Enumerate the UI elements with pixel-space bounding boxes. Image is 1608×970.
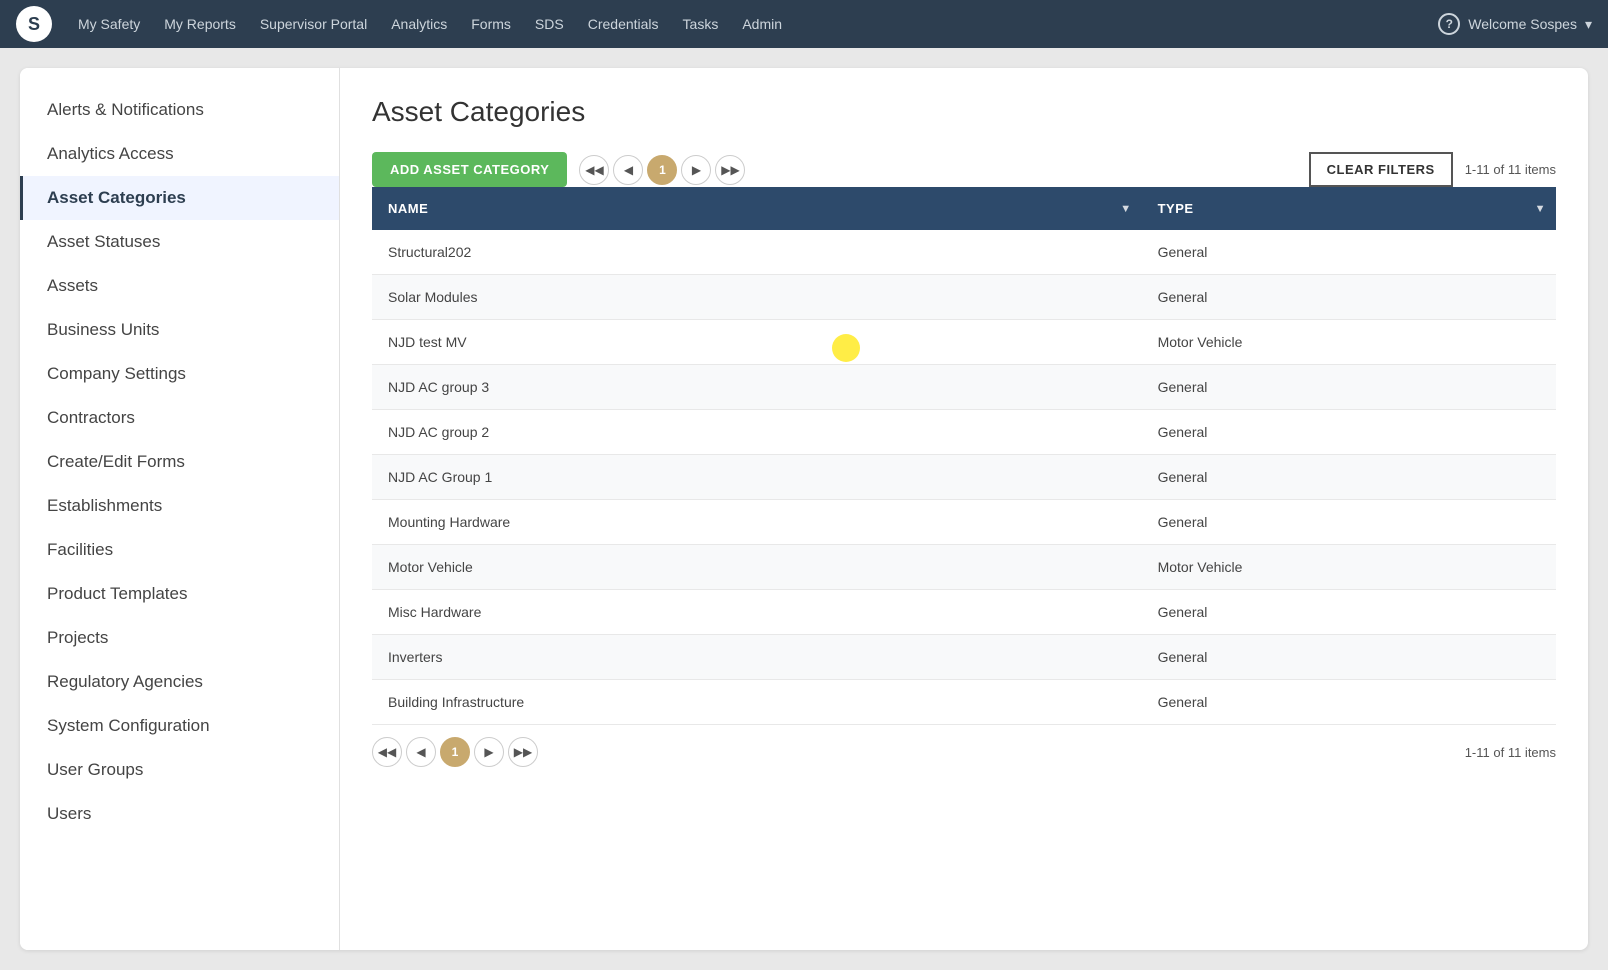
bottom-prev-page-button[interactable]: ◀ (406, 737, 436, 767)
bottom-toolbar: ◀◀ ◀ 1 ▶ ▶▶ 1-11 of 11 items (372, 725, 1556, 767)
sidebar-item-alerts-notifications[interactable]: Alerts & Notifications (20, 88, 339, 132)
app-logo[interactable]: S (16, 6, 52, 42)
nav-link-analytics[interactable]: Analytics (389, 12, 449, 36)
current-page-button[interactable]: 1 (647, 155, 677, 185)
sidebar-item-create-edit-forms[interactable]: Create/Edit Forms (20, 440, 339, 484)
top-pagination: ◀◀ ◀ 1 ▶ ▶▶ (579, 155, 745, 185)
items-count-bottom: 1-11 of 11 items (1465, 745, 1556, 760)
table-row[interactable]: InvertersGeneral (372, 635, 1556, 680)
cell-type: Motor Vehicle (1142, 320, 1556, 365)
cell-name: NJD test MV (372, 320, 1142, 365)
cell-type: General (1142, 455, 1556, 500)
sidebar-item-product-templates[interactable]: Product Templates (20, 572, 339, 616)
content-area: Asset Categories ADD ASSET CATEGORY ◀◀ ◀… (340, 68, 1588, 950)
sidebar-item-analytics-access[interactable]: Analytics Access (20, 132, 339, 176)
nav-link-admin[interactable]: Admin (740, 12, 784, 36)
cell-type: General (1142, 680, 1556, 725)
nav-link-sds[interactable]: SDS (533, 12, 566, 36)
sidebar-item-projects[interactable]: Projects (20, 616, 339, 660)
welcome-text: Welcome Sospes (1468, 16, 1577, 32)
items-count-top: 1-11 of 11 items (1465, 162, 1556, 177)
sidebar-item-business-units[interactable]: Business Units (20, 308, 339, 352)
table-row[interactable]: NJD AC group 3General (372, 365, 1556, 410)
dropdown-arrow-icon[interactable]: ▾ (1585, 16, 1592, 33)
col-header-name[interactable]: NAME ▼ (372, 187, 1142, 230)
nav-link-my-reports[interactable]: My Reports (162, 12, 238, 36)
cell-type: General (1142, 275, 1556, 320)
cell-type: Motor Vehicle (1142, 545, 1556, 590)
cell-name: Solar Modules (372, 275, 1142, 320)
table-body: Structural202GeneralSolar ModulesGeneral… (372, 230, 1556, 725)
table-row[interactable]: NJD AC group 2General (372, 410, 1556, 455)
nav-link-forms[interactable]: Forms (469, 12, 513, 36)
cell-type: General (1142, 500, 1556, 545)
nav-link-tasks[interactable]: Tasks (681, 12, 721, 36)
sidebar-item-company-settings[interactable]: Company Settings (20, 352, 339, 396)
table-row[interactable]: Misc HardwareGeneral (372, 590, 1556, 635)
nav-link-supervisor-portal[interactable]: Supervisor Portal (258, 12, 369, 36)
sidebar-item-facilities[interactable]: Facilities (20, 528, 339, 572)
bottom-first-page-button[interactable]: ◀◀ (372, 737, 402, 767)
cell-name: Structural202 (372, 230, 1142, 275)
cell-type: General (1142, 410, 1556, 455)
sidebar-item-user-groups[interactable]: User Groups (20, 748, 339, 792)
cell-type: General (1142, 590, 1556, 635)
name-filter-icon[interactable]: ▼ (1120, 203, 1131, 215)
cell-name: Motor Vehicle (372, 545, 1142, 590)
outer-card: Alerts & NotificationsAnalytics AccessAs… (20, 68, 1588, 950)
sidebar: Alerts & NotificationsAnalytics AccessAs… (20, 68, 340, 950)
sidebar-item-users[interactable]: Users (20, 792, 339, 836)
nav-link-credentials[interactable]: Credentials (586, 12, 661, 36)
table-row[interactable]: NJD AC Group 1General (372, 455, 1556, 500)
asset-categories-table: NAME ▼ TYPE ▼ Structural202GeneralSolar … (372, 187, 1556, 725)
cell-name: NJD AC Group 1 (372, 455, 1142, 500)
clear-filters-button[interactable]: CLEAR FILTERS (1309, 152, 1453, 187)
prev-page-button[interactable]: ◀ (613, 155, 643, 185)
page-title: Asset Categories (372, 96, 1556, 128)
next-page-button[interactable]: ▶ (681, 155, 711, 185)
table-row[interactable]: NJD test MVMotor Vehicle (372, 320, 1556, 365)
sidebar-item-contractors[interactable]: Contractors (20, 396, 339, 440)
sidebar-item-system-configuration[interactable]: System Configuration (20, 704, 339, 748)
nav-links: My Safety My Reports Supervisor Portal Anal… (76, 12, 1414, 36)
sidebar-item-asset-categories[interactable]: Asset Categories (20, 176, 339, 220)
cell-name: Mounting Hardware (372, 500, 1142, 545)
cell-type: General (1142, 635, 1556, 680)
help-icon[interactable]: ? (1438, 13, 1460, 35)
table-row[interactable]: Solar ModulesGeneral (372, 275, 1556, 320)
first-page-button[interactable]: ◀◀ (579, 155, 609, 185)
sidebar-item-establishments[interactable]: Establishments (20, 484, 339, 528)
main-container: Alerts & NotificationsAnalytics AccessAs… (0, 48, 1608, 970)
toolbar: ADD ASSET CATEGORY ◀◀ ◀ 1 ▶ ▶▶ CLEAR FIL… (372, 152, 1556, 187)
table-row[interactable]: Mounting HardwareGeneral (372, 500, 1556, 545)
sidebar-item-asset-statuses[interactable]: Asset Statuses (20, 220, 339, 264)
nav-right: ? Welcome Sospes ▾ (1438, 13, 1592, 35)
cell-name: NJD AC group 3 (372, 365, 1142, 410)
bottom-last-page-button[interactable]: ▶▶ (508, 737, 538, 767)
col-header-type[interactable]: TYPE ▼ (1142, 187, 1556, 230)
add-asset-category-button[interactable]: ADD ASSET CATEGORY (372, 152, 567, 187)
table-header: NAME ▼ TYPE ▼ (372, 187, 1556, 230)
cell-type: General (1142, 365, 1556, 410)
table-row[interactable]: Structural202General (372, 230, 1556, 275)
type-filter-icon[interactable]: ▼ (1535, 203, 1546, 215)
cell-name: NJD AC group 2 (372, 410, 1142, 455)
bottom-next-page-button[interactable]: ▶ (474, 737, 504, 767)
bottom-current-page-button[interactable]: 1 (440, 737, 470, 767)
sidebar-item-assets[interactable]: Assets (20, 264, 339, 308)
table-row[interactable]: Motor VehicleMotor Vehicle (372, 545, 1556, 590)
last-page-button[interactable]: ▶▶ (715, 155, 745, 185)
cell-name: Building Infrastructure (372, 680, 1142, 725)
nav-link-my-safety[interactable]: My Safety (76, 12, 142, 36)
top-navigation: S My Safety My Reports Supervisor Portal An… (0, 0, 1608, 48)
table-row[interactable]: Building InfrastructureGeneral (372, 680, 1556, 725)
sidebar-item-regulatory-agencies[interactable]: Regulatory Agencies (20, 660, 339, 704)
cell-name: Misc Hardware (372, 590, 1142, 635)
cell-type: General (1142, 230, 1556, 275)
cell-name: Inverters (372, 635, 1142, 680)
